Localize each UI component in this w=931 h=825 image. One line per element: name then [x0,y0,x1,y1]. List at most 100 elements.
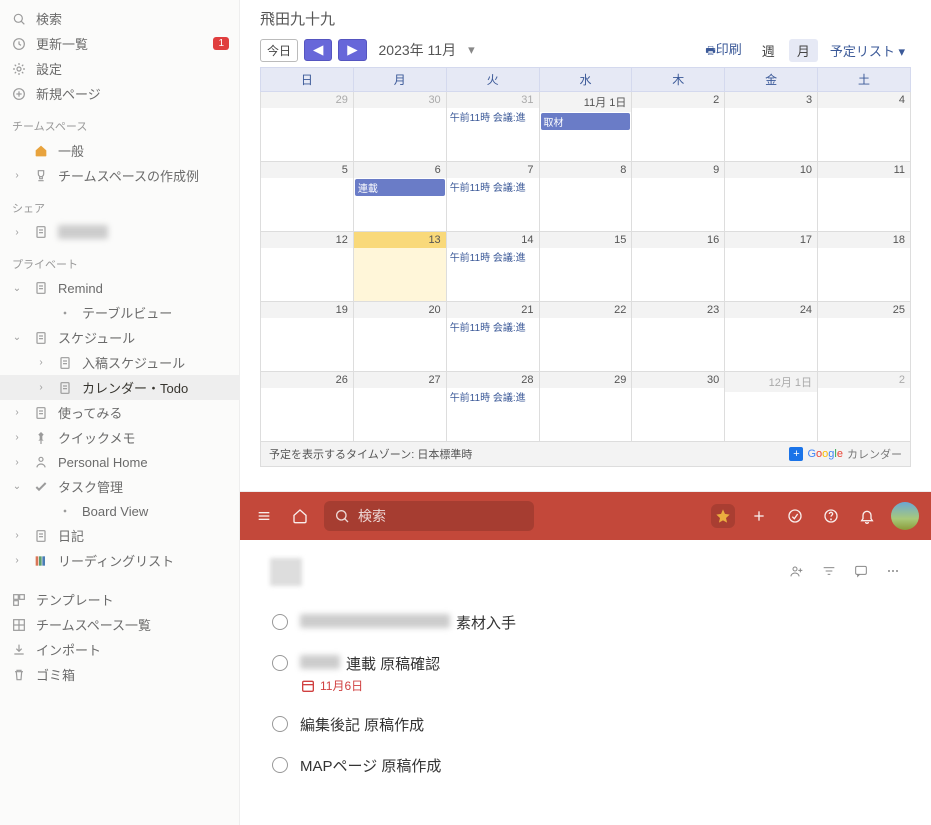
calendar-cell[interactable]: 7午前11時 会議:進 [446,162,539,232]
avatar[interactable] [891,502,919,530]
sidebar-item[interactable]: 一般 [0,138,239,163]
calendar-cell[interactable]: 26 [261,372,354,442]
chevron-icon[interactable]: › [10,457,24,468]
calendar-cell[interactable]: 2 [632,92,725,162]
calendar-cell[interactable]: 3 [725,92,818,162]
sidebar-item[interactable]: 更新一覧1 [0,31,239,56]
calendar-cell[interactable]: 29 [539,372,632,442]
sidebar-item[interactable]: テーブルビュー [0,300,239,325]
progress-icon[interactable] [783,504,807,528]
chevron-icon[interactable]: › [34,382,48,393]
calendar-cell[interactable]: 21午前11時 会議:進 [446,302,539,372]
calendar-cell[interactable]: 31午前11時 会議:進 [446,92,539,162]
calendar-cell[interactable]: 14午前11時 会議:進 [446,232,539,302]
chevron-icon[interactable]: ⌄ [10,481,24,492]
calendar-event[interactable]: 午前11時 会議:進 [447,388,539,405]
chevron-icon[interactable]: › [10,555,24,566]
sidebar-item[interactable]: ⌄タスク管理 [0,474,239,499]
chevron-icon[interactable]: › [10,530,24,541]
sidebar-item[interactable]: ›チームスペースの作成例 [0,163,239,188]
task-checkbox[interactable] [272,716,288,732]
calendar-cell[interactable]: 6連載 [353,162,446,232]
calendar-cell[interactable]: 25 [818,302,911,372]
calendar-event[interactable]: 午前11時 会議:進 [447,178,539,195]
chevron-icon[interactable]: › [34,357,48,368]
sidebar-item[interactable]: ⌄Remind [0,276,239,300]
chevron-icon[interactable]: › [10,432,24,443]
calendar-cell[interactable]: 30 [353,92,446,162]
calendar-cell[interactable]: 27 [353,372,446,442]
plus-icon[interactable] [747,504,771,528]
task-checkbox[interactable] [272,757,288,773]
task-checkbox[interactable] [272,614,288,630]
calendar-cell[interactable]: 10 [725,162,818,232]
sidebar-item[interactable]: ›リーディングリスト [0,548,239,573]
sidebar-item[interactable]: ›Personal Home [0,450,239,474]
print-button[interactable]: 🖶印刷 [699,37,747,63]
calendar-event[interactable]: 取材 [541,113,631,130]
calendar-event[interactable]: 連載 [355,179,445,196]
calendar-cell[interactable]: 28午前11時 会議:進 [446,372,539,442]
sidebar-item[interactable]: ›クイックメモ [0,425,239,450]
comment-icon[interactable] [853,563,869,582]
calendar-event[interactable]: 午前11時 会議:進 [447,248,539,265]
calendar-cell[interactable]: 24 [725,302,818,372]
menu-icon[interactable] [252,504,276,528]
view-agenda-tab[interactable]: 予定リスト ▾ [824,39,911,62]
calendar-cell[interactable]: 8 [539,162,632,232]
view-month-tab[interactable]: 月 [789,39,818,62]
month-label[interactable]: 2023年 11月 [373,40,463,60]
home-icon[interactable] [288,504,312,528]
prev-button[interactable]: ◀ [304,39,332,61]
view-week-tab[interactable]: 週 [754,39,783,62]
help-icon[interactable] [819,504,843,528]
sidebar-item[interactable]: 検索 [0,6,239,31]
task-row[interactable]: 編集後記 原稿作成 [270,704,901,745]
calendar-cell[interactable]: 11月 1日取材 [539,92,632,162]
more-icon[interactable] [885,563,901,582]
calendar-cell[interactable]: 16 [632,232,725,302]
chevron-icon[interactable]: ⌄ [10,332,24,343]
task-row[interactable]: MAPページ 原稿作成 [270,745,901,786]
calendar-cell[interactable]: 30 [632,372,725,442]
sidebar-item[interactable]: ⌄スケジュール [0,325,239,350]
calendar-event[interactable]: 午前11時 会議:進 [447,108,539,125]
calendar-cell[interactable]: 13 [353,232,446,302]
chevron-icon[interactable]: › [10,170,24,181]
calendar-cell[interactable]: 9 [632,162,725,232]
bell-icon[interactable] [855,504,879,528]
sidebar-item[interactable]: Board View [0,499,239,523]
calendar-cell[interactable]: 4 [818,92,911,162]
sidebar-item[interactable]: › [0,220,239,244]
sidebar-item[interactable]: ›カレンダー・Todo [0,375,239,400]
chevron-icon[interactable]: › [10,407,24,418]
dropdown-icon[interactable]: ▾ [468,42,475,58]
filter-icon[interactable] [821,563,837,582]
sidebar-item[interactable]: 設定 [0,56,239,81]
sidebar-item[interactable]: 新規ページ [0,81,239,106]
calendar-cell[interactable]: 2 [818,372,911,442]
calendar-cell[interactable]: 23 [632,302,725,372]
calendar-cell[interactable]: 17 [725,232,818,302]
calendar-event[interactable]: 午前11時 会議:進 [447,318,539,335]
star-icon[interactable] [711,504,735,528]
task-row[interactable]: 素材入手 [270,602,901,643]
share-icon[interactable] [789,563,805,582]
calendar-cell[interactable]: 20 [353,302,446,372]
next-button[interactable]: ▶ [338,39,366,61]
task-checkbox[interactable] [272,655,288,671]
sidebar-item[interactable]: ゴミ箱 [0,662,239,687]
calendar-cell[interactable]: 5 [261,162,354,232]
chevron-icon[interactable]: › [10,227,24,238]
sidebar-item[interactable]: ›日記 [0,523,239,548]
chevron-icon[interactable]: ⌄ [10,283,24,294]
calendar-cell[interactable]: 15 [539,232,632,302]
calendar-cell[interactable]: 12 [261,232,354,302]
today-button[interactable]: 今日 [260,39,298,62]
sidebar-item[interactable]: チームスペース一覧 [0,612,239,637]
google-calendar-link[interactable]: + Google カレンダー [789,446,902,462]
calendar-cell[interactable]: 18 [818,232,911,302]
calendar-cell[interactable]: 29 [261,92,354,162]
sidebar-item[interactable]: インポート [0,637,239,662]
calendar-cell[interactable]: 12月 1日 [725,372,818,442]
